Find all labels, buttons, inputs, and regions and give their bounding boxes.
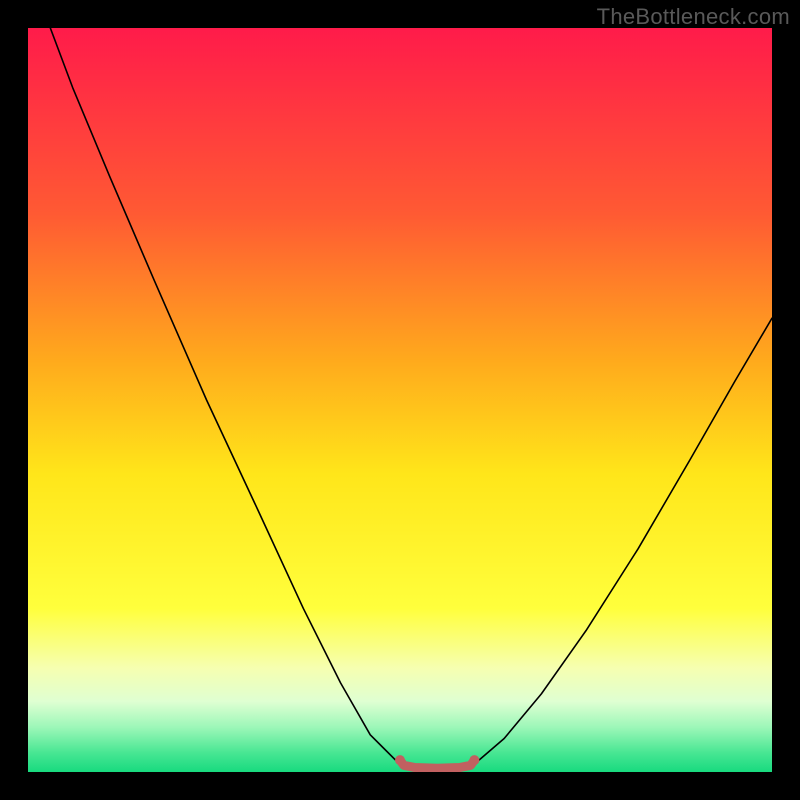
optimal-range-endpoint <box>469 755 479 765</box>
chart-overlay <box>28 28 772 772</box>
plot-area <box>28 28 772 772</box>
chart-stage: TheBottleneck.com <box>0 0 800 800</box>
bottleneck-curve <box>50 28 772 768</box>
optimal-range-marker <box>400 760 474 768</box>
watermark-text: TheBottleneck.com <box>597 4 790 30</box>
optimal-range-endpoint <box>395 755 405 765</box>
